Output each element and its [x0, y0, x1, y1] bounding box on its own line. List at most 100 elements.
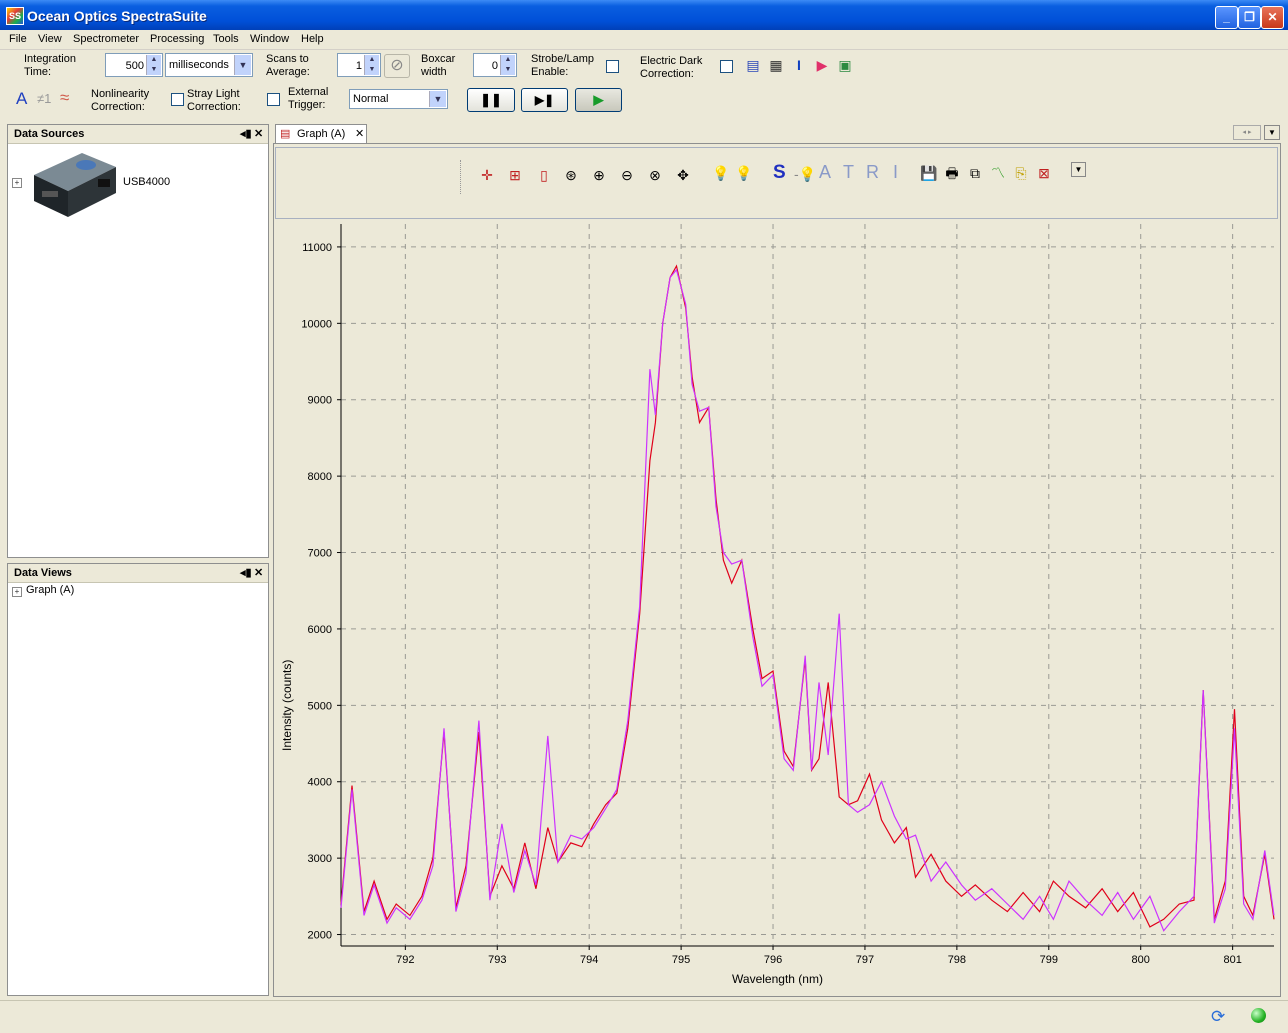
- spinner-arrows-icon[interactable]: ▲ ▼: [500, 55, 515, 75]
- boxcar-width-spinner[interactable]: 0 ▲ ▼: [473, 53, 517, 77]
- pan-icon[interactable]: ✥: [674, 166, 692, 184]
- bulb-off-icon[interactable]: 💡: [712, 164, 730, 182]
- integration-unit-value: milliseconds: [169, 59, 229, 71]
- menu-window[interactable]: Window: [250, 33, 289, 45]
- strobe-lamp-checkbox[interactable]: [606, 60, 619, 73]
- title-bar[interactable]: SS Ocean Optics SpectraSuite _ ❐ ✕: [0, 0, 1288, 30]
- wave-icon[interactable]: ≈: [60, 88, 69, 108]
- chevron-down-icon[interactable]: ▼: [429, 91, 446, 107]
- crosshair-icon[interactable]: ✛: [478, 166, 496, 184]
- status-led-icon: [1251, 1008, 1266, 1023]
- cancel-icon[interactable]: ⊘: [384, 54, 410, 78]
- tab-graph-a[interactable]: ▤ Graph (A) ✕: [275, 124, 367, 143]
- data-views-panel: Data Views ◂▮ ✕ + Graph (A): [7, 563, 269, 996]
- integration-time-label: Integration Time:: [24, 53, 76, 78]
- overlay-graph-icon[interactable]: ▣: [837, 57, 853, 73]
- dark-bulb-icon[interactable]: -💡: [794, 166, 816, 183]
- absorbance-mode-icon[interactable]: A: [819, 162, 831, 183]
- data-sources-title: Data Sources: [14, 128, 85, 140]
- zoom-vertical-icon[interactable]: ▯: [535, 166, 553, 184]
- table-icon[interactable]: ▦: [768, 57, 784, 73]
- nonlinearity-checkbox[interactable]: [171, 93, 184, 106]
- refresh-icon[interactable]: ⟳: [1211, 1007, 1225, 1027]
- spectrum-series-1: [340, 264, 1275, 928]
- tab-scroll-icon[interactable]: ◂ ▸: [1233, 125, 1261, 140]
- spectrum-chart[interactable]: 792 793 794 795 796 797 798 799 800 801 2000 3000 40…: [275, 220, 1278, 995]
- boxcar-width-label: Boxcar width: [421, 53, 456, 78]
- not-equal-one-icon[interactable]: ≠1: [37, 91, 51, 106]
- integration-time-spinner[interactable]: 500 ▲ ▼: [105, 53, 163, 77]
- spinner-arrows-icon[interactable]: ▲ ▼: [146, 55, 161, 75]
- minimize-panel-icon[interactable]: ◂▮: [240, 566, 252, 579]
- close-panel-icon[interactable]: ✕: [254, 566, 263, 579]
- scans-to-average-spinner[interactable]: 1 ▲ ▼: [337, 53, 381, 77]
- minimize-button[interactable]: _: [1215, 6, 1238, 29]
- external-trigger-label: External Trigger:: [288, 86, 329, 111]
- spectrum-graph-icon[interactable]: ▤: [745, 57, 761, 73]
- menu-file[interactable]: File: [9, 33, 27, 45]
- menu-spectrometer[interactable]: Spectrometer: [73, 33, 139, 45]
- stray-light-checkbox[interactable]: [267, 93, 280, 106]
- trigger-mode-select[interactable]: Normal ▼: [349, 89, 448, 109]
- graph-toolbar: ✛ ⊞ ▯ ⊛ ⊕ ⊖ ⊗ ✥ 💡 💡 S -💡 A T R I 💾 🖶 ⧉ 〽…: [275, 147, 1278, 219]
- menu-view[interactable]: View: [38, 33, 62, 45]
- tab-list-icon[interactable]: ▼: [1264, 125, 1280, 140]
- expand-icon[interactable]: +: [12, 178, 22, 188]
- menu-processing[interactable]: Processing: [150, 33, 204, 45]
- color-triangle-icon[interactable]: ▶: [814, 57, 830, 73]
- y-tick-label: 8000: [308, 471, 332, 483]
- integration-unit-select[interactable]: milliseconds ▼: [165, 53, 253, 77]
- irradiance-mode-icon[interactable]: I: [893, 162, 898, 183]
- y-tick-label: 5000: [308, 700, 332, 712]
- chevron-down-icon[interactable]: ▼: [234, 55, 251, 75]
- boxcar-value: 0: [491, 60, 498, 72]
- pause-button[interactable]: ❚❚: [467, 88, 515, 112]
- device-label[interactable]: USB4000: [123, 176, 170, 188]
- spinner-arrows-icon[interactable]: ▲ ▼: [364, 55, 379, 75]
- zoom-out-icon[interactable]: ⊖: [618, 166, 636, 184]
- window-title: Ocean Optics SpectraSuite: [27, 8, 207, 24]
- y-tick-label: 6000: [308, 624, 332, 636]
- data-sources-panel: Data Sources ◂▮ ✕ + USB4000: [7, 124, 269, 558]
- absorbance-icon[interactable]: A: [16, 89, 27, 109]
- integration-time-value: 500: [125, 60, 144, 72]
- x-tick-label: 794: [580, 954, 598, 966]
- toolbar-dropdown-icon[interactable]: ▼: [1071, 162, 1086, 177]
- minimize-panel-icon[interactable]: ◂▮: [240, 127, 252, 140]
- zoom-box-icon[interactable]: ⊞: [506, 166, 524, 184]
- zoom-reset-icon[interactable]: ⊗: [646, 166, 664, 184]
- transmission-mode-icon[interactable]: T: [843, 162, 854, 183]
- scope-mode-icon[interactable]: S: [773, 162, 786, 184]
- spectrum-overlay-icon[interactable]: 〽: [989, 164, 1007, 182]
- reflection-mode-icon[interactable]: R: [866, 162, 879, 183]
- play-button[interactable]: ▶: [575, 88, 622, 112]
- expand-icon[interactable]: +: [12, 587, 22, 597]
- y-tick-label: 7000: [308, 548, 332, 560]
- menu-help[interactable]: Help: [301, 33, 324, 45]
- zoom-fit-icon[interactable]: ⊛: [562, 166, 580, 184]
- data-view-item[interactable]: Graph (A): [26, 584, 74, 596]
- scans-to-average-label: Scans to Average:: [266, 53, 310, 78]
- zoom-in-icon[interactable]: ⊕: [590, 166, 608, 184]
- spectrometer-device-icon: [28, 145, 120, 221]
- y-tick-label: 4000: [308, 777, 332, 789]
- print-icon[interactable]: 🖶: [943, 164, 961, 182]
- restore-button[interactable]: ❐: [1238, 6, 1261, 29]
- copy-icon[interactable]: ⧉: [966, 164, 984, 182]
- menu-tools[interactable]: Tools: [213, 33, 239, 45]
- spectrum-chart-svg[interactable]: 792 793 794 795 796 797 798 799 800 801 2000 3000 40…: [275, 220, 1278, 995]
- save-icon[interactable]: 💾: [920, 164, 938, 182]
- export-icon[interactable]: ⎘: [1012, 164, 1030, 182]
- x-tick-label: 797: [856, 954, 874, 966]
- text-cursor-icon[interactable]: I: [791, 57, 807, 73]
- toolbar-grip: [460, 160, 461, 194]
- delete-overlay-icon[interactable]: ⊠: [1035, 164, 1053, 182]
- x-tick-label: 795: [672, 954, 690, 966]
- bulb-on-icon[interactable]: 💡: [735, 164, 753, 182]
- close-panel-icon[interactable]: ✕: [254, 127, 263, 140]
- close-tab-icon[interactable]: ✕: [355, 127, 364, 140]
- step-button[interactable]: ▶❚: [521, 88, 568, 112]
- graph-tab-icon: ▤: [280, 128, 291, 140]
- electric-dark-checkbox[interactable]: [720, 60, 733, 73]
- close-button[interactable]: ✕: [1261, 6, 1284, 29]
